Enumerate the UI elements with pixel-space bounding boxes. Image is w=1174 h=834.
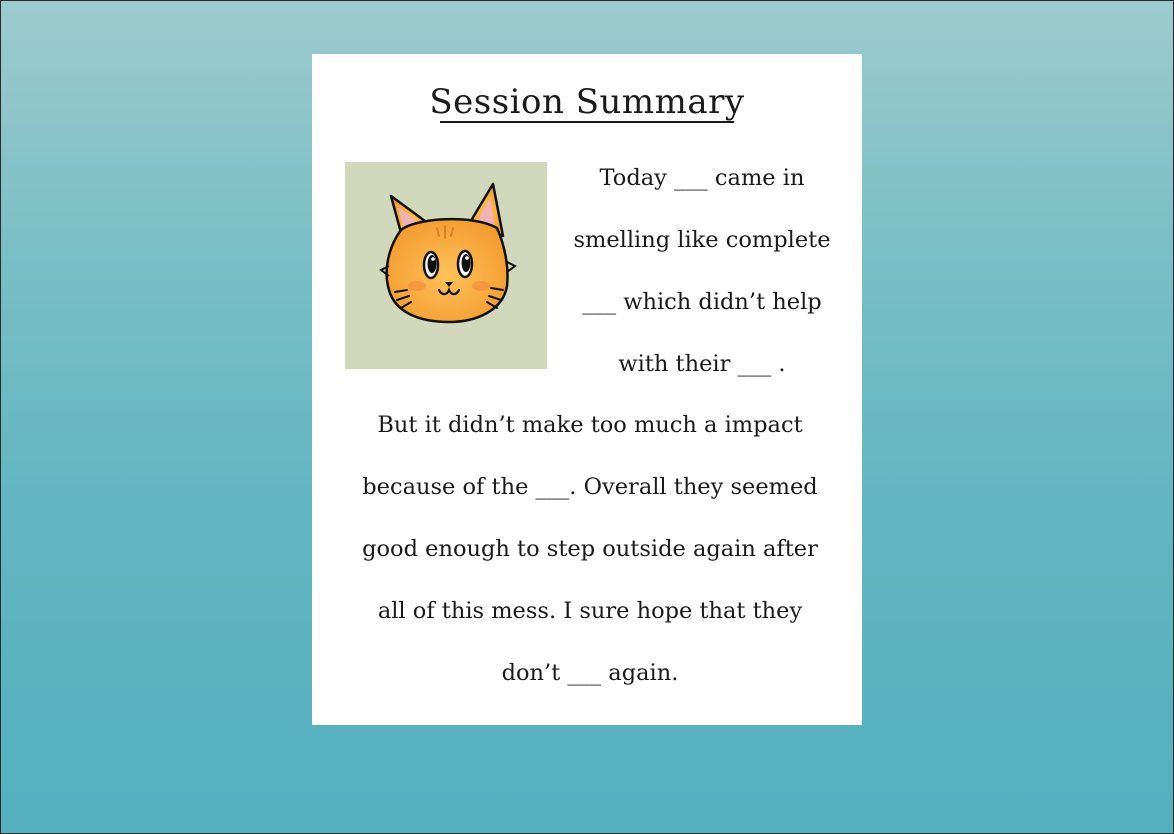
summary-line: Today ___ came in: [599, 165, 805, 191]
summary-line: smelling like complete: [573, 227, 831, 253]
summary-body-text: But it didn’t make too much a impact bec…: [340, 394, 840, 704]
cat-face-icon: [379, 182, 517, 324]
summary-line: good enough to step outside again after: [362, 536, 818, 562]
summary-line: ___ which didn’t help: [582, 289, 822, 315]
session-summary-card: Session Summary Today ___ came in smelli…: [312, 54, 862, 725]
summary-line: with their ___ .: [618, 351, 786, 377]
summary-line: because of the ___. Overall they seemed: [362, 474, 818, 500]
client-portrait: [345, 162, 547, 369]
summary-line: all of this mess. I sure hope that they: [377, 598, 803, 624]
summary-line: But it didn’t make too much a impact: [377, 412, 803, 438]
title-underline: [440, 121, 734, 123]
page-title: Session Summary: [429, 82, 745, 122]
summary-line: don’t ___ again.: [501, 660, 679, 686]
summary-intro-text: Today ___ came in smelling like complete…: [562, 147, 842, 395]
